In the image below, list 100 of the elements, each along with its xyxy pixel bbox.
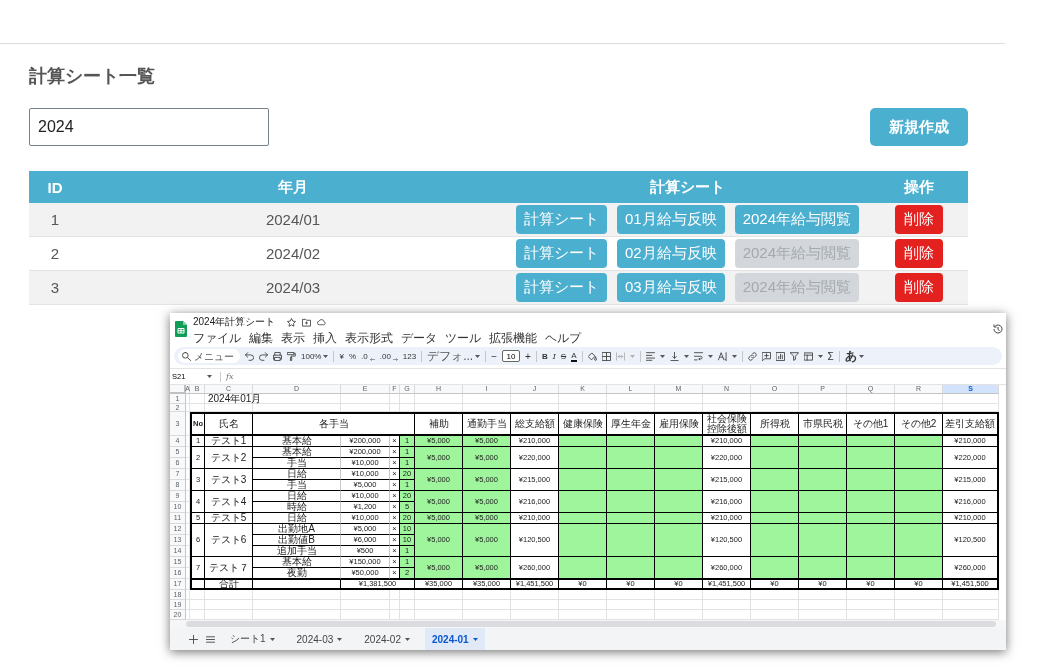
sheet-cell[interactable]: 基本給 (253, 436, 341, 447)
menu-item[interactable]: 表示形式 (345, 331, 393, 345)
input-cell[interactable] (751, 491, 799, 513)
scrollbar-thumb[interactable] (186, 621, 996, 627)
input-cell[interactable] (655, 436, 703, 447)
sheet-cell[interactable]: 手当 (253, 458, 341, 469)
sheet-cell[interactable]: 日給 (253, 513, 341, 524)
search-field[interactable]: 2024 (29, 108, 269, 146)
input-cell[interactable] (559, 436, 607, 447)
header-cell[interactable]: その他2 (895, 412, 943, 436)
input-cell[interactable] (847, 513, 895, 524)
menu-item[interactable]: 挿入 (313, 331, 337, 345)
input-cell[interactable] (607, 524, 655, 557)
menu-item[interactable]: 編集 (249, 331, 273, 345)
menu-search-field[interactable]: メニュー (178, 349, 240, 363)
input-cell[interactable] (607, 436, 655, 447)
decrease-font-size-button[interactable]: − (491, 350, 498, 362)
sheet-cell[interactable]: 手当 (253, 480, 341, 491)
sheet-cell[interactable]: 出勤値B (253, 535, 341, 546)
document-title[interactable]: 2024年計算シート (193, 316, 276, 328)
input-cell[interactable] (895, 491, 943, 513)
sheet-cell[interactable]: テスト4 (205, 491, 253, 513)
increase-font-size-button[interactable]: + (525, 350, 531, 362)
header-cell[interactable]: 社会保険控除後額 (703, 412, 751, 436)
paint-roller-icon[interactable] (287, 351, 296, 361)
align-icon[interactable] (645, 351, 655, 361)
header-cell[interactable]: 総支給額 (511, 412, 559, 436)
menu-item[interactable]: ツール (445, 331, 481, 345)
sheet-tab[interactable]: シート1 (223, 628, 282, 650)
input-cell[interactable] (751, 513, 799, 524)
input-cell[interactable] (559, 491, 607, 513)
input-cell[interactable] (895, 447, 943, 469)
delete-button[interactable]: 削除 (895, 273, 943, 302)
table-view-icon[interactable] (803, 351, 813, 361)
bold-button[interactable]: B (541, 350, 548, 362)
caret-icon[interactable] (707, 354, 713, 358)
input-tools-dropdown[interactable]: あ (844, 349, 864, 363)
input-cell[interactable] (847, 557, 895, 579)
input-cell[interactable] (655, 491, 703, 513)
header-cell[interactable]: その他1 (847, 412, 895, 436)
input-cell[interactable] (799, 469, 847, 491)
menu-item[interactable]: ファイル (193, 331, 241, 345)
sheet-tab[interactable]: 2024-01 (424, 628, 485, 650)
input-cell[interactable] (607, 469, 655, 491)
input-cell[interactable] (607, 447, 655, 469)
input-cell[interactable] (799, 524, 847, 557)
input-cell[interactable] (895, 436, 943, 447)
cloud-icon[interactable] (317, 317, 327, 327)
input-cell[interactable] (751, 524, 799, 557)
caret-icon[interactable] (659, 354, 665, 358)
sheet-cell[interactable]: テスト6 (205, 524, 253, 557)
input-cell[interactable] (607, 557, 655, 579)
folder-icon[interactable] (302, 317, 312, 327)
sheet-cell[interactable]: テスト3 (205, 469, 253, 491)
menu-item[interactable]: ヘルプ (545, 331, 581, 345)
menu-item[interactable]: 表示 (281, 331, 305, 345)
header-cell[interactable]: 各手当 (253, 412, 415, 436)
input-cell[interactable] (559, 524, 607, 557)
input-cell[interactable] (799, 513, 847, 524)
input-cell[interactable] (895, 513, 943, 524)
comment-icon[interactable] (761, 351, 771, 361)
history-icon[interactable] (993, 324, 1003, 334)
link-icon[interactable] (747, 351, 757, 361)
star-icon[interactable] (287, 317, 297, 327)
sheet-cell[interactable]: 出勤地A (253, 524, 341, 535)
filter-icon[interactable] (789, 351, 799, 361)
strikethrough-button[interactable]: S (560, 350, 567, 362)
input-cell[interactable] (559, 557, 607, 579)
spreadsheet-logo-icon[interactable] (175, 321, 187, 337)
caret-icon[interactable] (817, 354, 823, 358)
input-cell[interactable] (847, 524, 895, 557)
input-cell[interactable] (655, 469, 703, 491)
sheet-cell[interactable]: 日給 (253, 469, 341, 480)
italic-button[interactable]: I (552, 350, 556, 362)
delete-button[interactable]: 削除 (895, 205, 943, 234)
menu-item[interactable]: 拡張機能 (489, 331, 537, 345)
input-cell[interactable] (799, 436, 847, 447)
chart-icon[interactable] (775, 351, 785, 361)
input-cell[interactable] (799, 557, 847, 579)
input-cell[interactable] (607, 513, 655, 524)
sheet-cell[interactable]: 追加手当 (253, 546, 341, 557)
paint-bucket-icon[interactable] (587, 351, 597, 361)
input-cell[interactable] (751, 436, 799, 447)
increase-decimal-button[interactable]: .00 (379, 350, 398, 362)
borders-icon[interactable] (601, 351, 611, 361)
input-cell[interactable] (751, 469, 799, 491)
input-cell[interactable] (751, 557, 799, 579)
input-cell[interactable] (559, 469, 607, 491)
caret-icon[interactable] (731, 354, 737, 358)
sheet-cell[interactable]: 2024年01月 (205, 394, 341, 404)
input-cell[interactable] (655, 447, 703, 469)
header-cell[interactable]: 健康保険 (559, 412, 607, 436)
input-cell[interactable] (559, 447, 607, 469)
input-cell[interactable] (655, 557, 703, 579)
sheet-cell[interactable]: 基本給 (253, 447, 341, 458)
undo-icon[interactable] (245, 351, 254, 361)
text-rotation-icon[interactable] (717, 351, 727, 361)
font-dropdown[interactable]: デフォ... (427, 349, 481, 363)
caret-icon[interactable] (207, 375, 212, 378)
sheet-tab[interactable]: 2024-03 (289, 628, 350, 650)
